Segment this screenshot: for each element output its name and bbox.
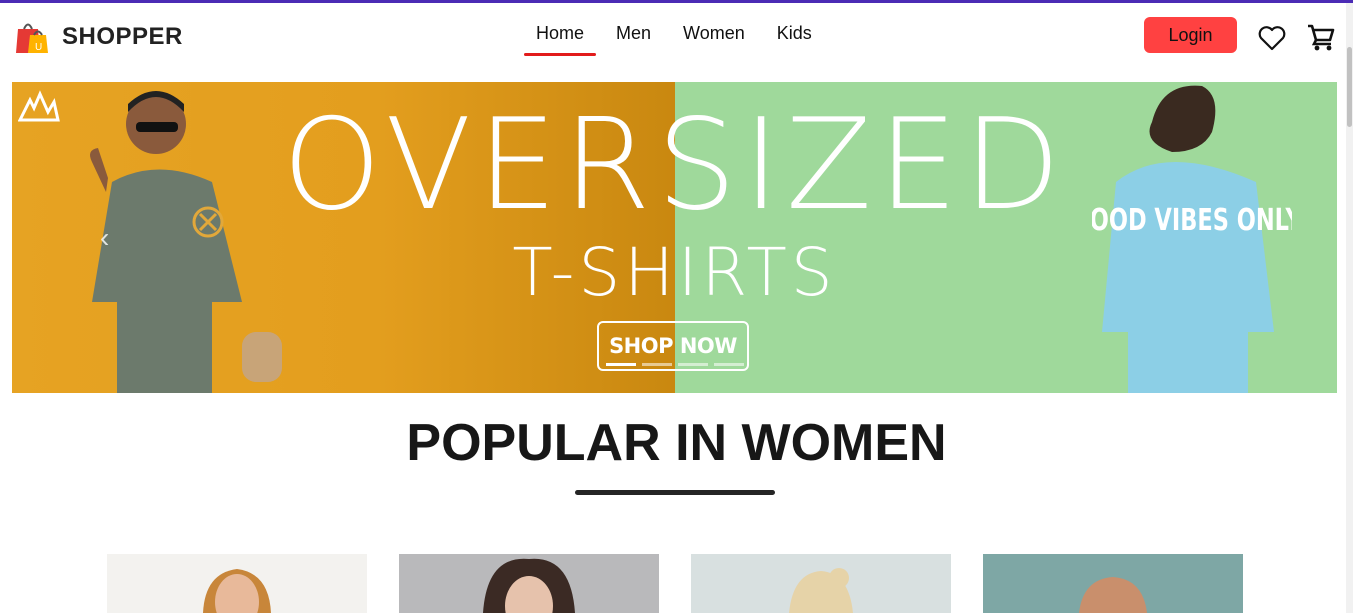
page-scrollbar[interactable] (1346, 3, 1353, 613)
nav-item-kids[interactable]: Kids (761, 23, 828, 44)
carousel-dot[interactable] (642, 363, 672, 366)
carousel-dot[interactable] (606, 363, 636, 366)
cart-icon[interactable] (1306, 22, 1336, 52)
product-image (399, 554, 659, 613)
heart-icon[interactable] (1258, 25, 1286, 51)
carousel-dot[interactable] (714, 363, 744, 366)
shirt-print-text: GOOD VIBES ONLY (1092, 203, 1292, 238)
section-title: POPULAR IN WOMEN (406, 414, 947, 472)
carousel-prev-arrow[interactable]: ‹ (100, 222, 109, 254)
product-image (983, 554, 1243, 613)
svg-text:U: U (35, 42, 42, 53)
product-card[interactable] (691, 554, 951, 613)
nav-item-women[interactable]: Women (667, 23, 761, 44)
female-model-image: GOOD VIBES ONLY (1092, 85, 1292, 393)
product-image (691, 554, 951, 613)
navbar: U SHOPPER Home Men Women Kids Login (0, 3, 1353, 71)
shopping-bag-logo-icon: U (16, 23, 48, 53)
section-title-underline (575, 490, 775, 495)
carousel-dot[interactable] (678, 363, 708, 366)
hero-banner[interactable]: OVERSIZED T-SHIRTS SHOP NOW ‹ › GOOD VIB… (12, 82, 1337, 393)
brand-logo[interactable]: U SHOPPER (12, 17, 183, 57)
carousel-indicators (606, 363, 744, 366)
nav-item-home[interactable]: Home (520, 23, 600, 56)
nav-item-men[interactable]: Men (600, 23, 667, 44)
product-card[interactable] (399, 554, 659, 613)
scrollbar-thumb[interactable] (1347, 47, 1352, 127)
product-image (107, 554, 367, 613)
main-menu: Home Men Women Kids (520, 23, 828, 56)
login-button[interactable]: Login (1144, 17, 1237, 53)
brand-name: SHOPPER (62, 23, 183, 50)
product-card[interactable] (983, 554, 1243, 613)
product-card[interactable] (107, 554, 367, 613)
